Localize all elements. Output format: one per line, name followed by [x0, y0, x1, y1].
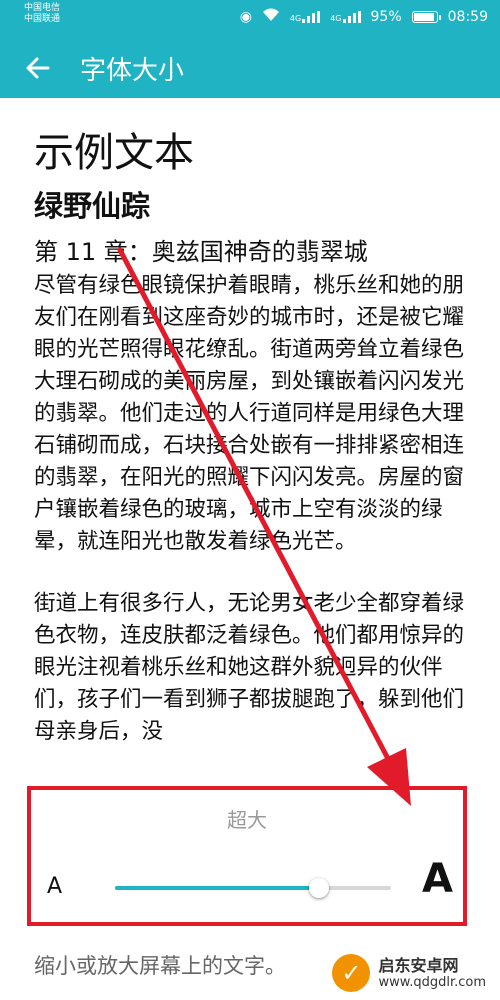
eye-comfort-icon: ◉	[239, 9, 252, 25]
battery-icon	[411, 11, 441, 23]
font-size-slider[interactable]	[115, 878, 391, 898]
signal-1-label: 4G	[289, 14, 302, 23]
current-size-label: 超大	[227, 808, 267, 832]
battery-percent: 95%	[370, 9, 402, 25]
sample-content: 示例文本 绿野仙踪 第 11 章：奥兹国神奇的翡翠城 尽管有绿色眼镜保护着眼睛，…	[34, 128, 474, 748]
status-bar: 中国电信 中国联通 ◉ 4G 4G 95% 08:59	[0, 0, 500, 36]
slider-fill	[115, 886, 320, 890]
status-indicators: ◉ 4G 4G 95% 08:59	[240, 8, 488, 26]
font-size-control: 超大 A A	[27, 786, 467, 926]
sample-text-preview: 示例文本 绿野仙踪 第 11 章：奥兹国神奇的翡翠城 尽管有绿色眼镜保护着眼睛，…	[0, 98, 500, 786]
book-title: 绿野仙踪	[34, 189, 151, 223]
carrier-2: 中国联通	[24, 14, 61, 24]
sample-paragraph-2: 街道上有很多行人，无论男女老少全都穿着绿色衣物，连皮肤都泛着绿色。他们都用惊异的…	[34, 591, 465, 744]
small-text-glyph: A	[47, 874, 63, 899]
page-title: 字体大小	[80, 56, 185, 86]
wifi-icon	[262, 8, 280, 26]
slider-thumb[interactable]	[309, 878, 330, 898]
signal-2-icon: 4G	[330, 11, 361, 23]
watermark-text: 启东安卓网 www.qdgdlr.com	[378, 956, 486, 990]
carrier-1: 中国电信	[24, 3, 61, 13]
watermark: ✓ 启东安卓网 www.qdgdlr.com	[332, 954, 486, 992]
sample-paragraph-1: 尽管有绿色眼镜保护着眼睛，桃乐丝和她的朋友们在刚看到这座奇妙的城市时，还是被它耀…	[34, 273, 465, 554]
carrier-names: 中国电信 中国联通	[24, 3, 60, 25]
sample-heading: 示例文本	[34, 130, 194, 176]
watermark-logo-icon: ✓	[332, 954, 371, 992]
watermark-line-1: 启东安卓网	[378, 956, 459, 975]
hint-text: 缩小或放大屏幕上的文字。	[34, 954, 286, 978]
signal-2-label: 4G	[330, 14, 342, 23]
app-bar: 字体大小	[0, 36, 500, 98]
watermark-line-2: www.qdgdlr.com	[378, 975, 486, 990]
large-text-glyph: A	[422, 856, 453, 902]
signal-1-icon: 4G	[289, 11, 321, 23]
clock: 08:59	[447, 9, 488, 25]
back-arrow-icon[interactable]	[22, 52, 54, 84]
chapter-title: 第 11 章：奥兹国神奇的翡翠城	[34, 238, 368, 266]
